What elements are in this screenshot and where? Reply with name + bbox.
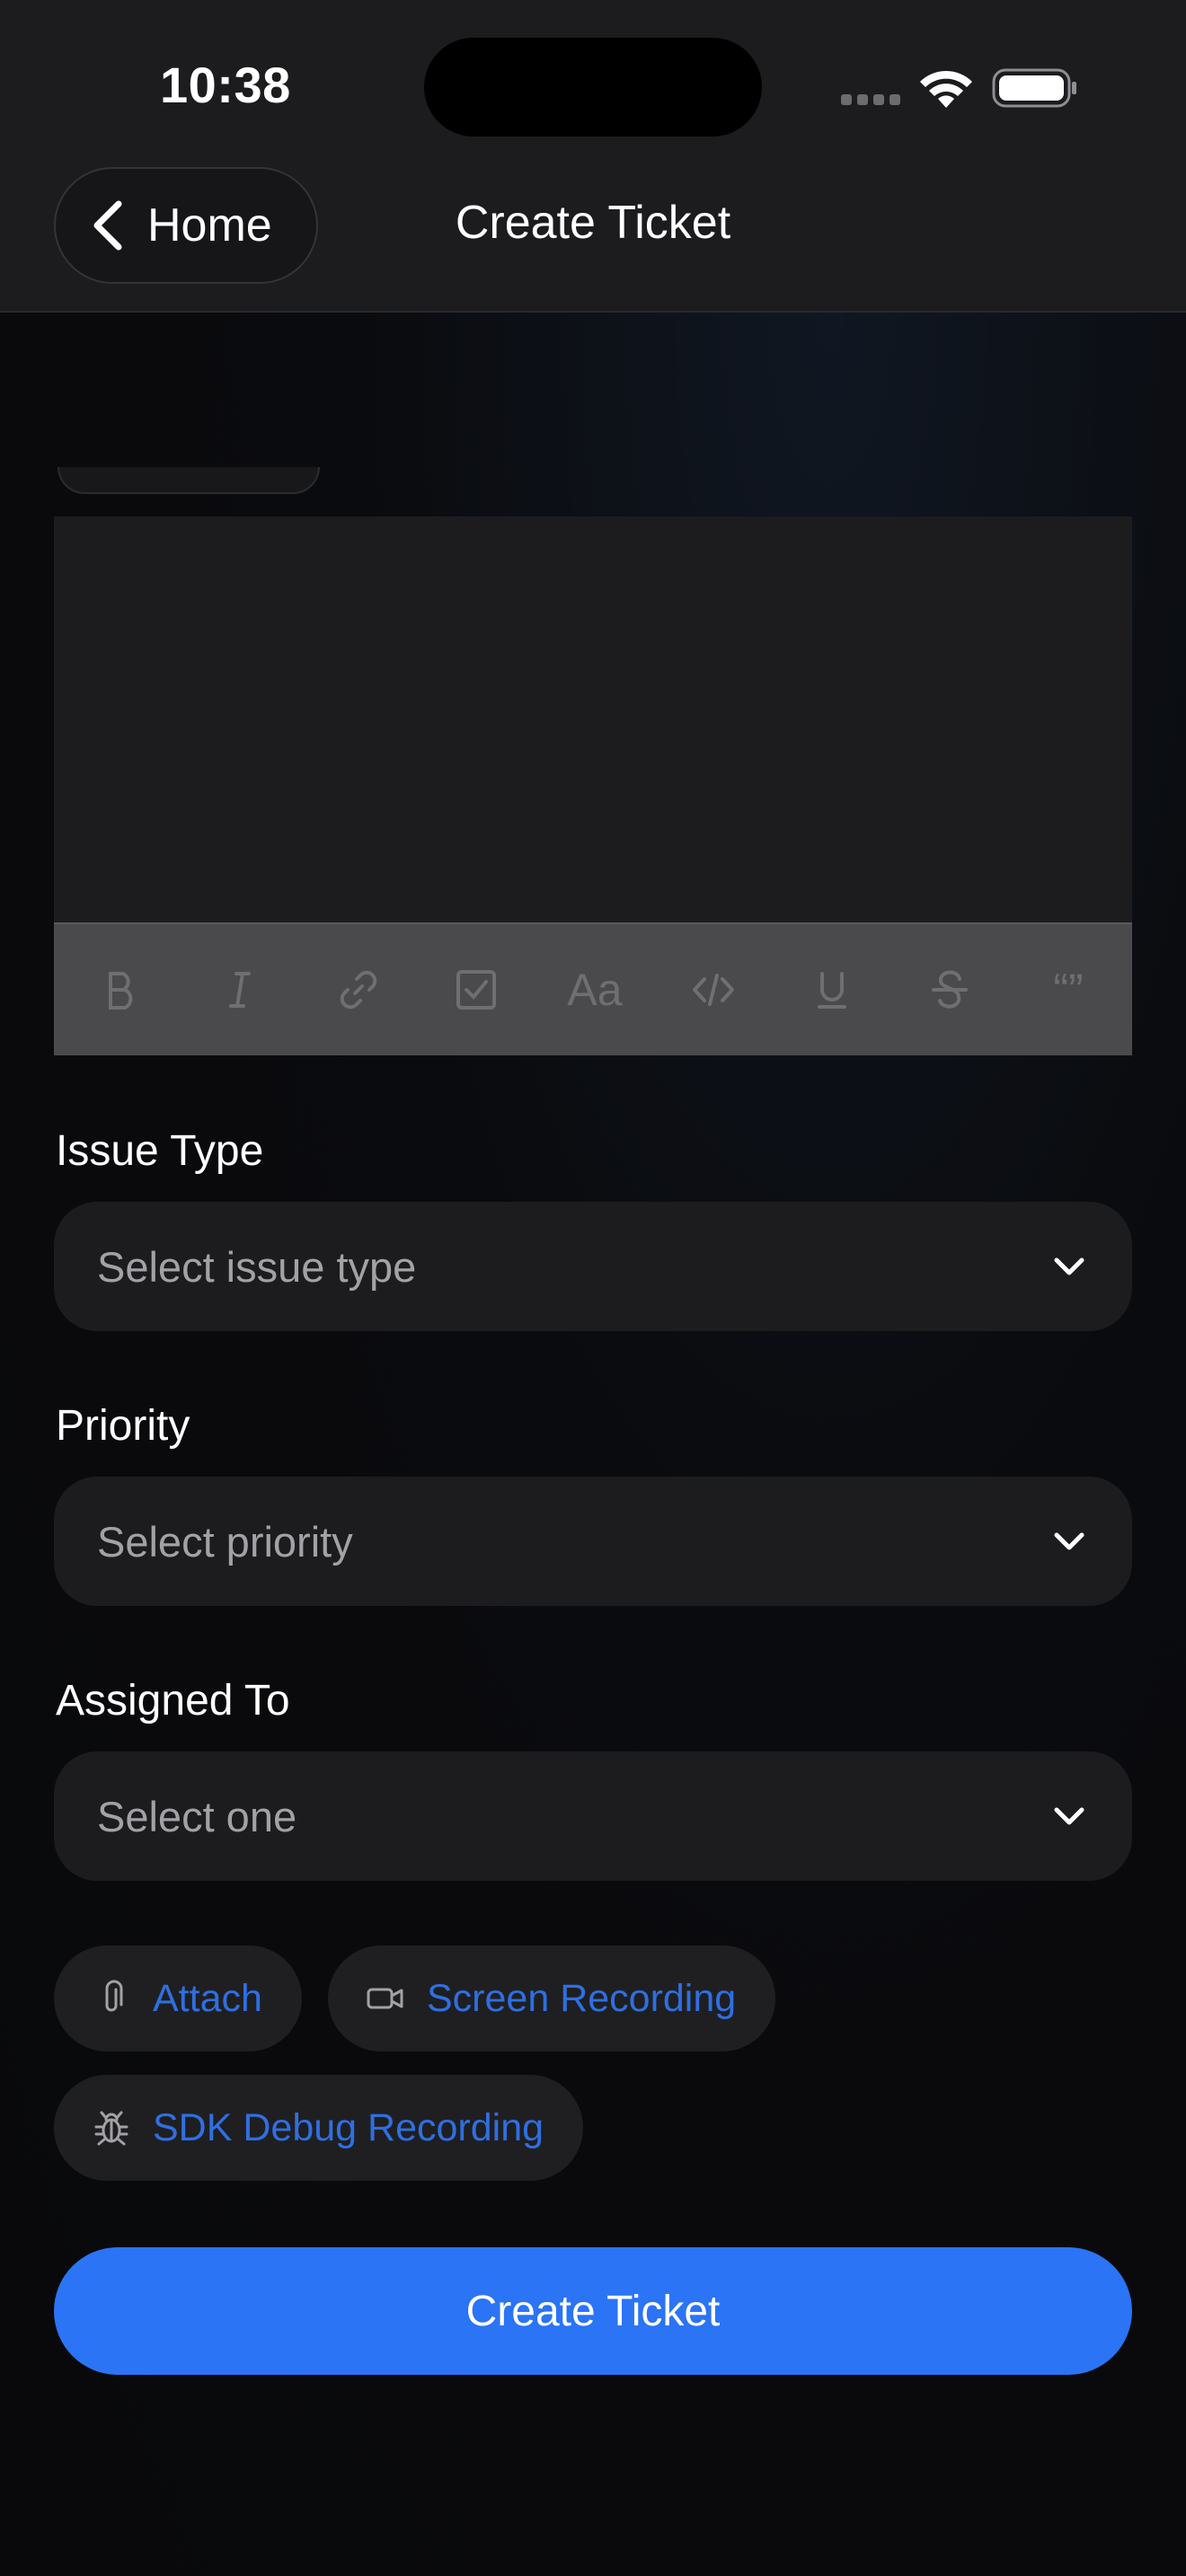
status-time: 10:38 xyxy=(160,57,291,113)
assigned-to-select[interactable]: Select one xyxy=(54,1751,1132,1881)
sdk-debug-recording-button[interactable]: SDK Debug Recording xyxy=(54,2075,584,2181)
editor-toolbar: Aa “” xyxy=(54,922,1132,1055)
chevron-down-icon xyxy=(1054,1807,1084,1825)
description-editor[interactable] xyxy=(54,516,1132,922)
attach-button[interactable]: Attach xyxy=(54,1945,302,2051)
text-size-glyph: Aa xyxy=(567,965,623,1015)
create-ticket-label: Create Ticket xyxy=(465,2287,721,2335)
bold-icon[interactable] xyxy=(90,958,153,1021)
issue-type-placeholder: Select issue type xyxy=(97,1242,417,1291)
sdk-debug-recording-label: SDK Debug Recording xyxy=(153,2105,544,2149)
priority-select[interactable]: Select priority xyxy=(54,1477,1132,1606)
priority-placeholder: Select priority xyxy=(97,1517,353,1566)
top-bar: 10:38 Home Create Ticket xyxy=(0,0,1186,313)
code-icon[interactable] xyxy=(682,958,745,1021)
chevron-down-icon xyxy=(1054,1257,1084,1275)
checkbox-icon[interactable] xyxy=(445,958,508,1021)
underline-icon[interactable] xyxy=(801,958,863,1021)
attach-label: Attach xyxy=(153,1976,262,2020)
battery-icon xyxy=(992,68,1076,108)
quote-icon[interactable]: “” xyxy=(1037,958,1100,1021)
text-size-icon[interactable]: Aa xyxy=(563,958,626,1021)
link-icon[interactable] xyxy=(327,958,390,1021)
italic-icon[interactable] xyxy=(208,958,271,1021)
video-camera-icon xyxy=(367,1988,403,2009)
screen-recording-button[interactable]: Screen Recording xyxy=(328,1945,776,2051)
issue-type-select[interactable]: Select issue type xyxy=(54,1202,1132,1331)
wifi-icon xyxy=(920,70,972,108)
strikethrough-icon[interactable] xyxy=(918,958,981,1021)
chevron-down-icon xyxy=(1054,1532,1084,1550)
priority-label: Priority xyxy=(56,1402,190,1450)
assigned-to-placeholder: Select one xyxy=(97,1792,297,1840)
assigned-to-label: Assigned To xyxy=(56,1677,290,1725)
quote-glyph: “” xyxy=(1053,965,1084,1015)
dynamic-island xyxy=(424,38,762,137)
paperclip-icon xyxy=(105,1980,123,2012)
bug-icon xyxy=(94,2111,128,2146)
screen-recording-label: Screen Recording xyxy=(427,1976,737,2020)
page-title: Create Ticket xyxy=(455,197,731,249)
scrolled-chip-remnant xyxy=(58,467,320,494)
cellular-signal-icon xyxy=(841,93,906,110)
create-ticket-button[interactable]: Create Ticket xyxy=(54,2247,1132,2375)
issue-type-label: Issue Type xyxy=(56,1127,264,1175)
